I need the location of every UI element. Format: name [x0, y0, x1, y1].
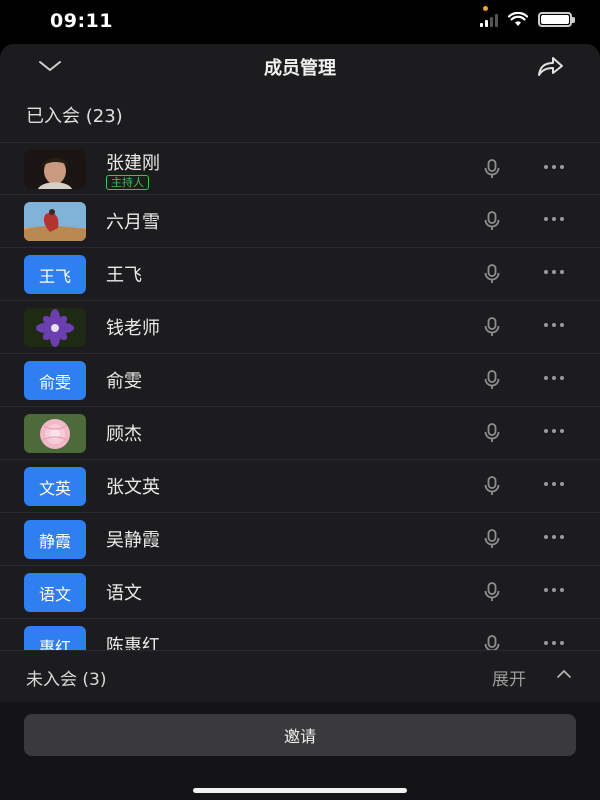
- microphone-icon[interactable]: [482, 369, 502, 391]
- member-row[interactable]: 静霞 吴静霞: [0, 513, 600, 566]
- member-row[interactable]: 钱老师: [0, 301, 600, 354]
- not-joined-title: 未入会 (3): [26, 670, 107, 690]
- wifi-icon: [508, 12, 528, 26]
- member-row[interactable]: 俞雯 俞雯: [0, 354, 600, 407]
- member-name: 语文: [106, 583, 142, 604]
- home-indicator[interactable]: [193, 788, 407, 793]
- member-name: 张建刚: [106, 153, 160, 174]
- more-options-icon[interactable]: [544, 270, 564, 274]
- avatar: 惠红: [24, 626, 86, 650]
- microphone-icon[interactable]: [482, 422, 502, 444]
- microphone-icon[interactable]: [482, 475, 502, 497]
- more-options-icon[interactable]: [544, 323, 564, 327]
- member-row[interactable]: 文英 张文英: [0, 460, 600, 513]
- microphone-icon[interactable]: [482, 581, 502, 603]
- invite-button[interactable]: 邀请: [24, 714, 576, 756]
- portrait-photo-icon: [24, 150, 86, 189]
- avatar: [24, 202, 86, 241]
- more-options-icon[interactable]: [544, 588, 564, 592]
- joined-section-title: 已入会 (23): [26, 106, 123, 127]
- page-title: 成员管理: [264, 58, 336, 79]
- microphone-icon[interactable]: [482, 210, 502, 232]
- member-name: 陈惠红: [106, 636, 160, 650]
- sheet-header: 成员管理: [0, 44, 600, 88]
- member-name: 张文英: [106, 477, 160, 498]
- member-row[interactable]: 语文 语文: [0, 566, 600, 619]
- microphone-icon[interactable]: [482, 528, 502, 550]
- status-icons: [480, 12, 575, 27]
- battery-icon: [538, 12, 575, 27]
- avatar: 文英: [24, 467, 86, 506]
- member-row[interactable]: 顾杰: [0, 407, 600, 460]
- status-time: 09:11: [50, 10, 113, 32]
- host-badge: 主持人: [106, 175, 149, 190]
- microphone-icon[interactable]: [482, 316, 502, 338]
- member-name: 钱老师: [106, 318, 160, 339]
- expand-label[interactable]: 展开: [492, 665, 526, 690]
- avatar: 王飞: [24, 255, 86, 294]
- share-arrow-icon: [538, 57, 563, 76]
- avatar: [24, 150, 86, 189]
- member-name: 王飞: [106, 265, 142, 286]
- cellular-signal-icon: [480, 13, 498, 27]
- chevron-up-icon[interactable]: [556, 669, 572, 679]
- pink-flower-photo-icon: [24, 414, 86, 453]
- avatar: [24, 308, 86, 347]
- status-bar: 09:11: [0, 0, 600, 44]
- more-options-icon[interactable]: [544, 217, 564, 221]
- microphone-icon[interactable]: [482, 158, 502, 180]
- more-options-icon[interactable]: [544, 376, 564, 380]
- member-row[interactable]: 张建刚 主持人: [0, 142, 600, 195]
- member-name: 顾杰: [106, 424, 142, 445]
- member-row[interactable]: 六月雪: [0, 195, 600, 248]
- more-options-icon[interactable]: [544, 165, 564, 169]
- member-management-sheet: 成员管理 已入会 (23) 张建刚 主持人 六月雪 王飞 王飞 钱老师 俞雯 俞…: [0, 44, 600, 800]
- microphone-icon[interactable]: [482, 634, 502, 650]
- share-button[interactable]: [532, 50, 568, 82]
- more-options-icon[interactable]: [544, 535, 564, 539]
- more-options-icon[interactable]: [544, 641, 564, 645]
- mic-in-use-indicator: [483, 6, 488, 11]
- more-options-icon[interactable]: [544, 482, 564, 486]
- member-name: 吴静霞: [106, 530, 160, 551]
- not-joined-section[interactable]: 未入会 (3) 展开: [0, 650, 600, 703]
- microphone-icon[interactable]: [482, 263, 502, 285]
- member-list[interactable]: 张建刚 主持人 六月雪 王飞 王飞 钱老师 俞雯 俞雯 顾杰 文英 张文英 静霞…: [0, 142, 600, 650]
- member-row[interactable]: 王飞 王飞: [0, 248, 600, 301]
- avatar: 语文: [24, 573, 86, 612]
- bottom-action-area: 邀请: [0, 702, 600, 800]
- phone-screen: 09:11 成员管理 已入会 (23) 张建刚 主持人 六月雪 王飞 王飞 钱老…: [0, 0, 600, 800]
- avatar: 静霞: [24, 520, 86, 559]
- member-name: 六月雪: [106, 212, 160, 233]
- avatar: [24, 414, 86, 453]
- member-row[interactable]: 惠红 陈惠红: [0, 619, 600, 650]
- more-options-icon[interactable]: [544, 429, 564, 433]
- member-name: 俞雯: [106, 371, 142, 392]
- desert-photo-icon: [24, 202, 86, 241]
- avatar: 俞雯: [24, 361, 86, 400]
- purple-flower-photo-icon: [24, 308, 86, 347]
